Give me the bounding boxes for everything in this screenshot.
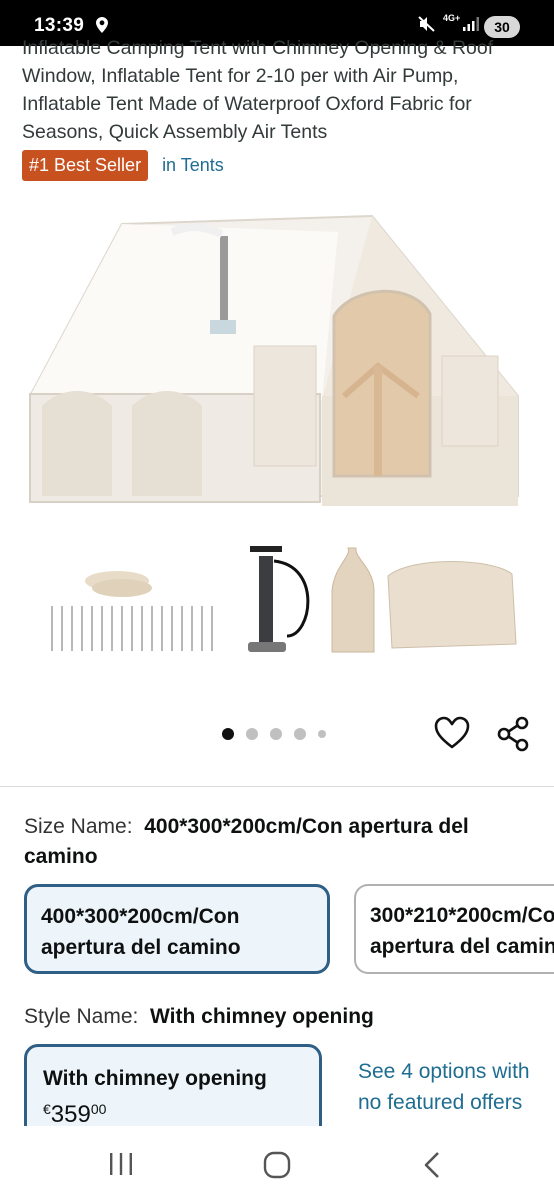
- mute-icon: [418, 16, 435, 32]
- style-name-value: With chimney opening: [150, 1005, 374, 1028]
- size-option-selected[interactable]: 400*300*200cm/Con apertura del camino: [24, 884, 330, 974]
- style-name-label: Style Name:: [24, 1005, 139, 1028]
- carousel-dot[interactable]: [222, 728, 234, 740]
- carousel-dot[interactable]: [246, 728, 258, 740]
- carousel-dot[interactable]: [318, 730, 326, 738]
- system-nav-bar: [0, 1126, 554, 1200]
- price-whole: 359: [50, 1101, 91, 1128]
- signal-icon: [463, 17, 479, 31]
- recents-icon[interactable]: [108, 1153, 134, 1175]
- share-icon[interactable]: [496, 716, 532, 752]
- product-title-clipped-line: Inflatable Camping Tent with Chimney Ope…: [22, 40, 447, 59]
- carousel-dot[interactable]: [270, 728, 282, 740]
- battery-level: 30: [484, 16, 520, 38]
- style-name-line: Style Name: With chimney opening: [24, 1002, 374, 1032]
- size-option-line1: 300*210*200cm/Con: [370, 904, 554, 927]
- size-option-line2: apertura del camino: [41, 936, 241, 959]
- section-divider: [0, 786, 554, 787]
- size-option-line1: 400*300*200cm/Con: [41, 905, 240, 928]
- carousel-dots[interactable]: [222, 728, 326, 740]
- network-type: 4G+: [443, 13, 461, 23]
- see-options-link[interactable]: See 4 options with no featured offers: [358, 1056, 533, 1126]
- home-icon[interactable]: [263, 1151, 291, 1179]
- heart-icon[interactable]: [434, 716, 470, 750]
- location-icon: [96, 17, 108, 33]
- carousel-dot[interactable]: [294, 728, 306, 740]
- style-option-price: €35900: [43, 1094, 303, 1130]
- product-image[interactable]: [22, 196, 532, 666]
- back-icon[interactable]: [422, 1151, 442, 1179]
- size-name-line: Size Name: 400*300*200cm/Con apertura de…: [24, 812, 534, 872]
- price-cents: 00: [90, 1101, 107, 1117]
- size-name-label: Size Name:: [24, 815, 133, 838]
- badge-row: #1 Best Seller in Tents: [22, 150, 224, 181]
- product-title: Inflatable Camping Tent with Chimney Ope…: [22, 40, 532, 146]
- status-time: 13:39: [34, 15, 85, 36]
- category-link[interactable]: in Tents: [162, 155, 224, 176]
- style-option-name: With chimney opening: [43, 1067, 267, 1090]
- best-seller-badge[interactable]: #1 Best Seller: [22, 150, 149, 181]
- size-option-line2: apertura del camino: [370, 935, 554, 958]
- tent-accessories: [51, 546, 517, 653]
- price-currency: €: [43, 1101, 51, 1117]
- size-option[interactable]: 300*210*200cm/Con apertura del camino: [354, 884, 554, 974]
- product-title-area: Inflatable Camping Tent with Chimney Ope…: [22, 40, 532, 146]
- tent-illustration: [29, 214, 519, 506]
